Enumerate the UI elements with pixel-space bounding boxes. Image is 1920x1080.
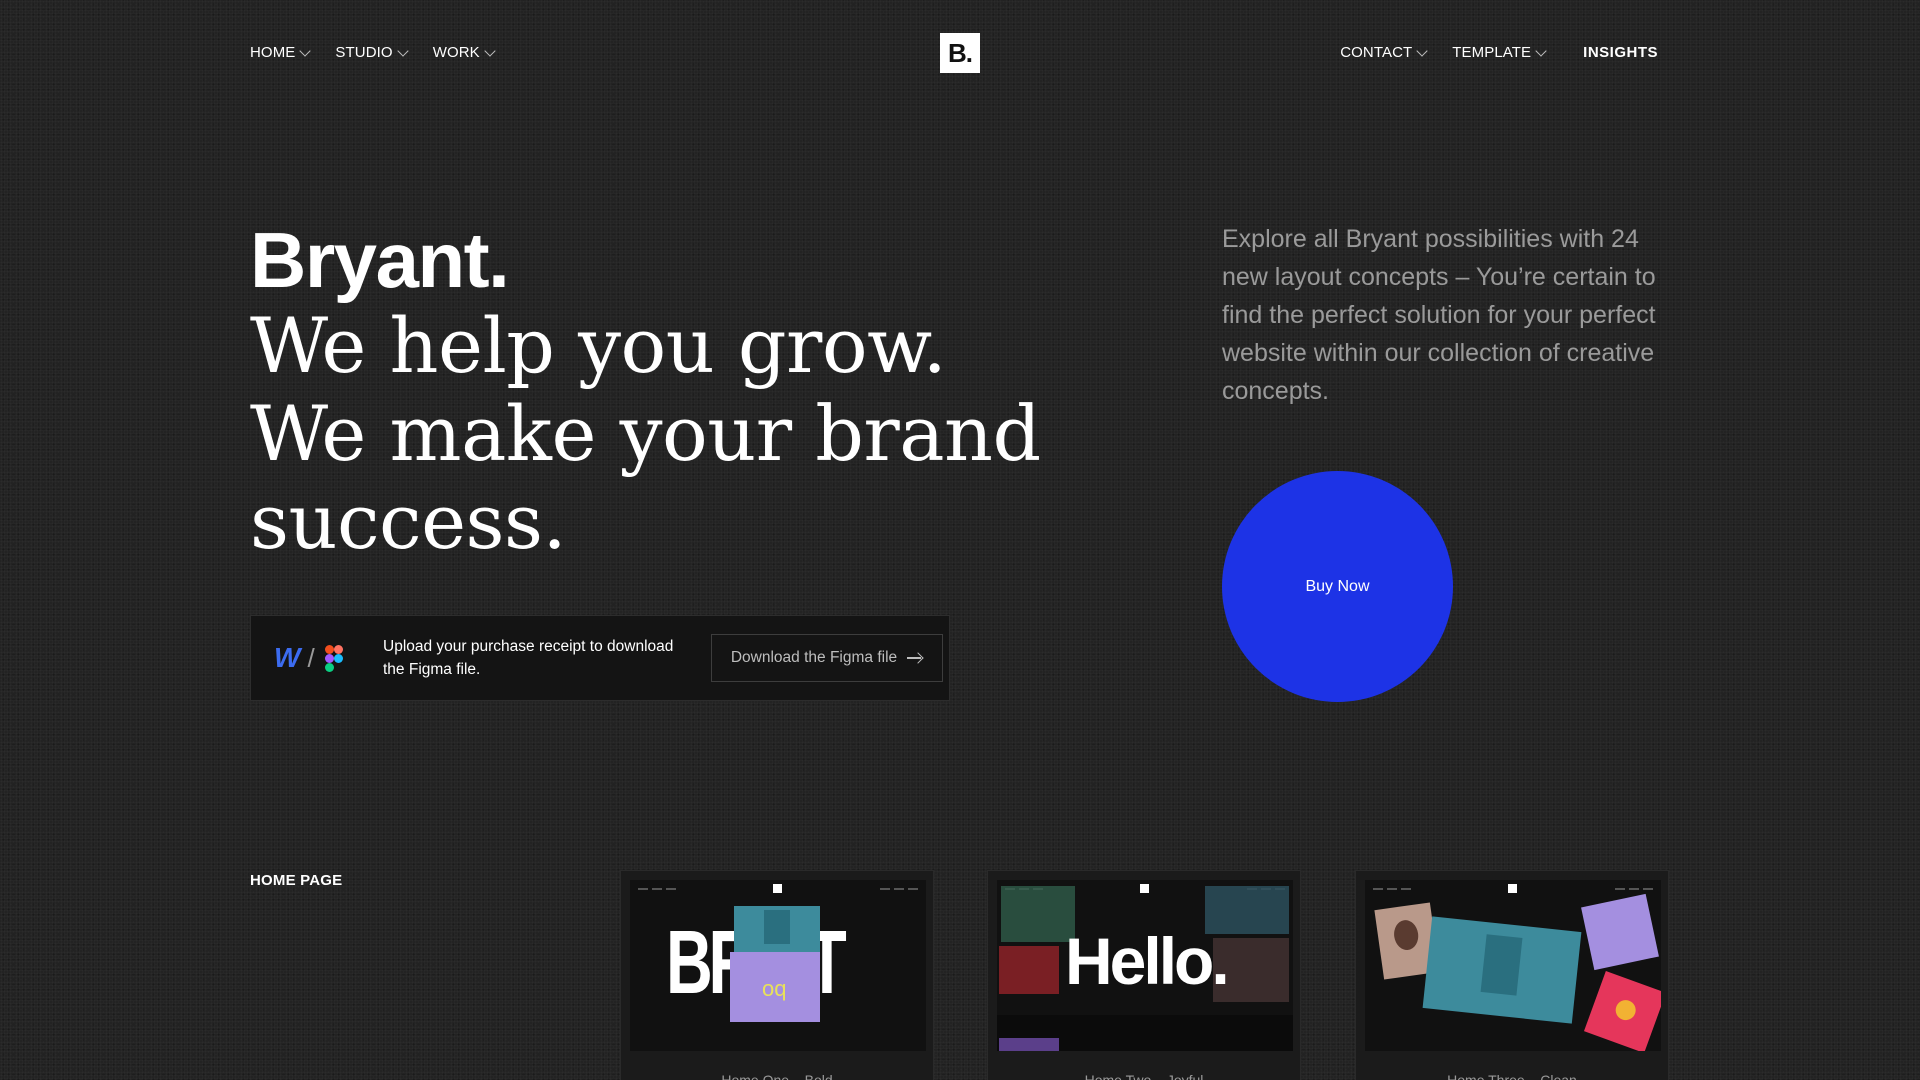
download-figma-button[interactable]: Download the Figma file [711, 634, 943, 682]
homepage-card-two[interactable]: Hello. Home Two – Joyful [987, 870, 1301, 1080]
preview-headline: Hello. [1065, 924, 1230, 998]
section-heading: HOME PAGE [250, 872, 343, 889]
figma-icon [324, 644, 343, 672]
arrow-right-icon [907, 653, 923, 663]
nav-item-contact[interactable]: CONTACT [1340, 44, 1428, 61]
card-caption: Home Three – Clean [1447, 1072, 1577, 1080]
nav-item-home[interactable]: HOME [250, 44, 312, 61]
nav-item-studio[interactable]: STUDIO [335, 44, 409, 61]
webflow-icon: W [274, 642, 300, 673]
chevron-down-icon [484, 44, 496, 57]
card-preview-image: BR NT oq [630, 880, 926, 1051]
download-instructions: Upload your purchase receipt to download… [383, 638, 674, 678]
chevron-down-icon [1416, 44, 1428, 57]
nav-item-label: INSIGHTS [1583, 44, 1658, 61]
nav-item-label: CONTACT [1340, 44, 1413, 61]
preview-glyph: oq [762, 976, 787, 1001]
nav-item-label: HOME [250, 44, 296, 61]
nav-item-label: TEMPLATE [1452, 44, 1532, 61]
nav-item-template[interactable]: TEMPLATE [1452, 44, 1547, 61]
figma-download-panel: W / Upload your purchase receipt to down… [250, 615, 950, 701]
card-preview-image [1365, 880, 1661, 1051]
hero-tagline-line: success. [250, 477, 567, 566]
preview-shape [1583, 970, 1661, 1051]
preview-logo [1508, 884, 1517, 893]
top-navigation: HOME STUDIO WORK B. CONTACT TEMPLATE INS… [0, 0, 1920, 106]
nav-left-group: HOME STUDIO WORK [250, 44, 520, 61]
nav-item-work[interactable]: WORK [432, 44, 496, 61]
hero-tagline-line: We make your brand [250, 389, 1041, 478]
chevron-down-icon [397, 44, 409, 57]
buy-now-label: Buy Now [1305, 577, 1370, 595]
hero-title: Bryant. [250, 216, 510, 304]
download-figma-label: Download the Figma file [730, 649, 898, 666]
hero-tagline: We help you grow. We make your brand suc… [250, 302, 1130, 566]
preview-tile [999, 946, 1059, 994]
card-preview-image: Hello. [997, 880, 1293, 1051]
chevron-down-icon [299, 44, 312, 57]
brand-logo[interactable]: B. [940, 33, 980, 73]
hero-intro-text: Explore all Bryant possibilities with 24… [1222, 225, 1656, 405]
nav-item-label: WORK [432, 44, 480, 61]
preview-shape [1422, 916, 1582, 1024]
preview-logo [773, 884, 782, 893]
homepage-card-one[interactable]: BR NT oq Home One – Bold [620, 870, 934, 1080]
chevron-down-icon [1535, 44, 1547, 57]
preview-shape [734, 906, 820, 954]
card-caption: Home Two – Joyful [1084, 1072, 1204, 1080]
preview-tile [1001, 886, 1075, 942]
nav-right-group: CONTACT TEMPLATE INSIGHTS [1314, 44, 1658, 61]
preview-shape [1581, 893, 1659, 971]
slash-divider: / [307, 643, 315, 673]
hero-tagline-line: We help you grow. [250, 301, 947, 390]
homepage-card-three[interactable]: Home Three – Clean [1355, 870, 1669, 1080]
card-caption: Home One – Bold [721, 1072, 833, 1080]
preview-tile [999, 1038, 1059, 1051]
nav-item-label: STUDIO [335, 44, 393, 61]
preview-logo [1140, 884, 1149, 893]
nav-item-insights[interactable]: INSIGHTS [1583, 44, 1658, 61]
buy-now-button[interactable]: Buy Now [1222, 471, 1453, 702]
tool-icons: W / [274, 644, 374, 672]
